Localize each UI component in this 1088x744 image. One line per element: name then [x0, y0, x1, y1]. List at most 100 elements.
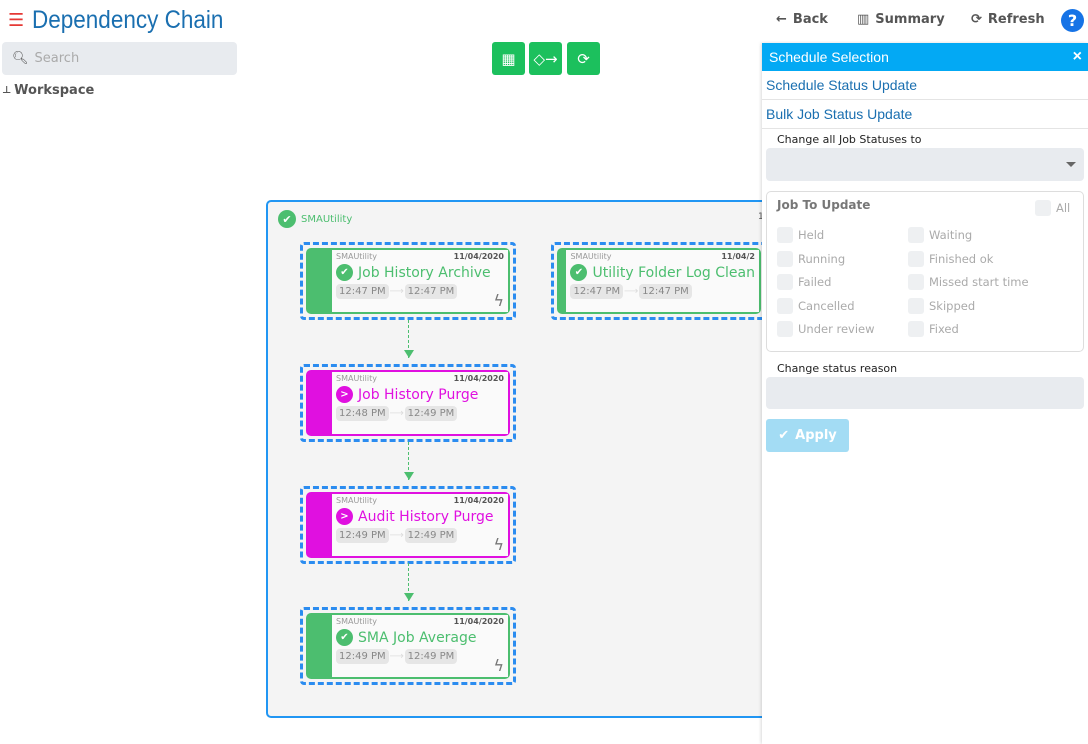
- group-name: SMAUtility: [301, 213, 353, 225]
- option-label: Failed: [798, 275, 832, 289]
- status-option[interactable]: Missed start time: [908, 274, 1029, 290]
- status-option[interactable]: Cancelled: [777, 297, 855, 314]
- check-circle-icon: ✔: [278, 210, 296, 228]
- end-time: 12:49 PM: [404, 528, 458, 543]
- panel-title: Schedule Selection: [769, 49, 889, 65]
- checkbox-all[interactable]: All: [1035, 200, 1070, 216]
- job-node[interactable]: SMAUtility 11/04/2020 ✔ SMA Job Average 12…: [300, 607, 516, 685]
- dependency-arrow: [404, 320, 414, 358]
- bulk-job-status-update-link[interactable]: Bulk Job Status Update: [762, 100, 1088, 129]
- status-option[interactable]: Fixed: [908, 321, 959, 337]
- status-option[interactable]: Finished ok: [908, 250, 993, 267]
- job-name: SMA Job Average: [358, 629, 477, 646]
- back-button[interactable]: ← Back: [776, 12, 828, 27]
- checkbox[interactable]: [777, 250, 793, 267]
- status-option[interactable]: Waiting: [908, 227, 972, 243]
- search-input[interactable]: 🔍︎ Search: [2, 42, 237, 75]
- grid-layout-button[interactable]: ▦: [492, 42, 525, 75]
- workspace-label: Workspace: [14, 83, 95, 98]
- job-card[interactable]: SMAUtility 11/04/2020 > Audit History Purg…: [306, 492, 510, 558]
- flow-icon: ◇→: [533, 49, 558, 68]
- status-option[interactable]: Held: [777, 227, 824, 243]
- status-stripe: [559, 250, 567, 312]
- job-schedule: SMAUtility: [336, 496, 377, 505]
- start-time: 12:48 PM: [336, 406, 389, 421]
- arrow-right-icon: ⟶: [389, 408, 404, 419]
- status-reason-input[interactable]: [766, 377, 1084, 409]
- schedule-status-update-link[interactable]: Schedule Status Update: [762, 71, 1088, 100]
- checkbox[interactable]: [908, 250, 924, 267]
- job-date: 11/04/2: [721, 252, 755, 261]
- job-date: 11/04/2020: [453, 374, 504, 383]
- start-time: 12:49 PM: [336, 649, 389, 664]
- job-date: 11/04/2020: [453, 252, 504, 261]
- back-label: Back: [792, 12, 828, 27]
- status-option[interactable]: Under review: [777, 321, 875, 337]
- job-node[interactable]: SMAUtility 11/04/2020 ✔ Job History Archiv…: [300, 242, 516, 320]
- job-card[interactable]: SMAUtility 11/04/2020 ✔ SMA Job Average 12…: [306, 613, 510, 679]
- hamburger-icon[interactable]: ☰: [8, 10, 24, 31]
- job-node[interactable]: SMAUtility 11/04/2020 > Audit History Purg…: [300, 486, 516, 564]
- dependency-arrow: [404, 563, 414, 601]
- lightning-icon: ϟ: [493, 535, 504, 554]
- status-stripe: [308, 250, 332, 312]
- job-schedule: SMAUtility: [336, 617, 377, 626]
- end-time: 12:49 PM: [404, 406, 458, 421]
- close-icon[interactable]: ×: [1073, 48, 1082, 66]
- option-label: Waiting: [929, 228, 973, 242]
- end-time: 12:47 PM: [404, 284, 458, 299]
- start-time: 12:47 PM: [570, 284, 624, 299]
- job-node[interactable]: SMAUtility 11/04/2 ✔ Utility Folder Log Cl…: [551, 242, 767, 320]
- chevron-right-icon: >: [336, 508, 353, 525]
- help-icon[interactable]: ?: [1061, 9, 1084, 32]
- job-schedule: SMAUtility: [336, 374, 377, 383]
- flow-button[interactable]: ◇→: [529, 42, 562, 75]
- workspace-tree-item[interactable]: ⊥ Workspace: [2, 83, 94, 98]
- job-name: Job History Archive: [358, 264, 491, 281]
- status-option[interactable]: Running: [777, 250, 846, 267]
- checkbox[interactable]: [777, 274, 793, 290]
- apply-button[interactable]: ✔ Apply: [766, 419, 849, 452]
- status-option[interactable]: Failed: [777, 274, 831, 290]
- job-card[interactable]: SMAUtility 11/04/2020 ✔ Job History Archiv…: [306, 248, 510, 314]
- arrow-right-icon: ⟶: [389, 651, 404, 662]
- end-time: 12:49 PM: [404, 649, 458, 664]
- job-node[interactable]: SMAUtility 11/04/2020 > Job History Purge …: [300, 364, 516, 442]
- job-card[interactable]: SMAUtility 11/04/2020 > Job History Purge …: [306, 370, 510, 436]
- schedule-group: ✔ SMAUtility 1 SMAUtility 11/04/2020 ✔ Job…: [266, 200, 826, 718]
- checkbox[interactable]: [908, 227, 924, 243]
- checkbox[interactable]: [777, 321, 793, 337]
- search-icon: 🔍︎: [12, 51, 29, 66]
- page-title: Dependency Chain: [32, 6, 224, 34]
- refresh-diagram-button[interactable]: ⟳: [567, 42, 600, 75]
- option-label: Held: [798, 228, 825, 242]
- checkbox[interactable]: [777, 297, 793, 314]
- arrow-right-icon: ⟶: [623, 286, 639, 297]
- job-date: 11/04/2020: [453, 496, 504, 505]
- check-icon: ✔: [778, 428, 790, 443]
- reason-label: Change status reason: [777, 362, 898, 375]
- panel-header: Schedule Selection ×: [762, 43, 1088, 71]
- summary-button[interactable]: ▥ Summary: [857, 12, 945, 27]
- check-circle-icon: ✔: [336, 264, 353, 281]
- checkbox[interactable]: [908, 274, 924, 290]
- page-header: ☰ Dependency Chain: [8, 6, 245, 35]
- arrow-left-icon: ←: [776, 12, 787, 27]
- option-label: Fixed: [929, 322, 959, 336]
- checkbox[interactable]: [777, 227, 793, 243]
- job-card[interactable]: SMAUtility 11/04/2 ✔ Utility Folder Log Cl…: [557, 248, 761, 314]
- checkbox[interactable]: [908, 297, 924, 314]
- job-to-update-fieldset: Job To Update All Held Running Failed Cance…: [766, 191, 1084, 352]
- status-option[interactable]: Skipped: [908, 297, 975, 314]
- option-label: Running: [798, 251, 846, 266]
- refresh-icon: ⟳: [577, 49, 590, 68]
- arrow-right-icon: ⟶: [389, 286, 404, 297]
- refresh-icon: ⟳: [971, 12, 982, 27]
- refresh-button[interactable]: ⟳ Refresh: [971, 12, 1045, 27]
- job-name: Job History Purge: [358, 386, 479, 403]
- refresh-label: Refresh: [987, 12, 1045, 27]
- job-status-select[interactable]: [766, 148, 1084, 181]
- checkbox[interactable]: [1035, 200, 1051, 216]
- checkbox[interactable]: [908, 321, 924, 337]
- status-stripe: [308, 494, 332, 556]
